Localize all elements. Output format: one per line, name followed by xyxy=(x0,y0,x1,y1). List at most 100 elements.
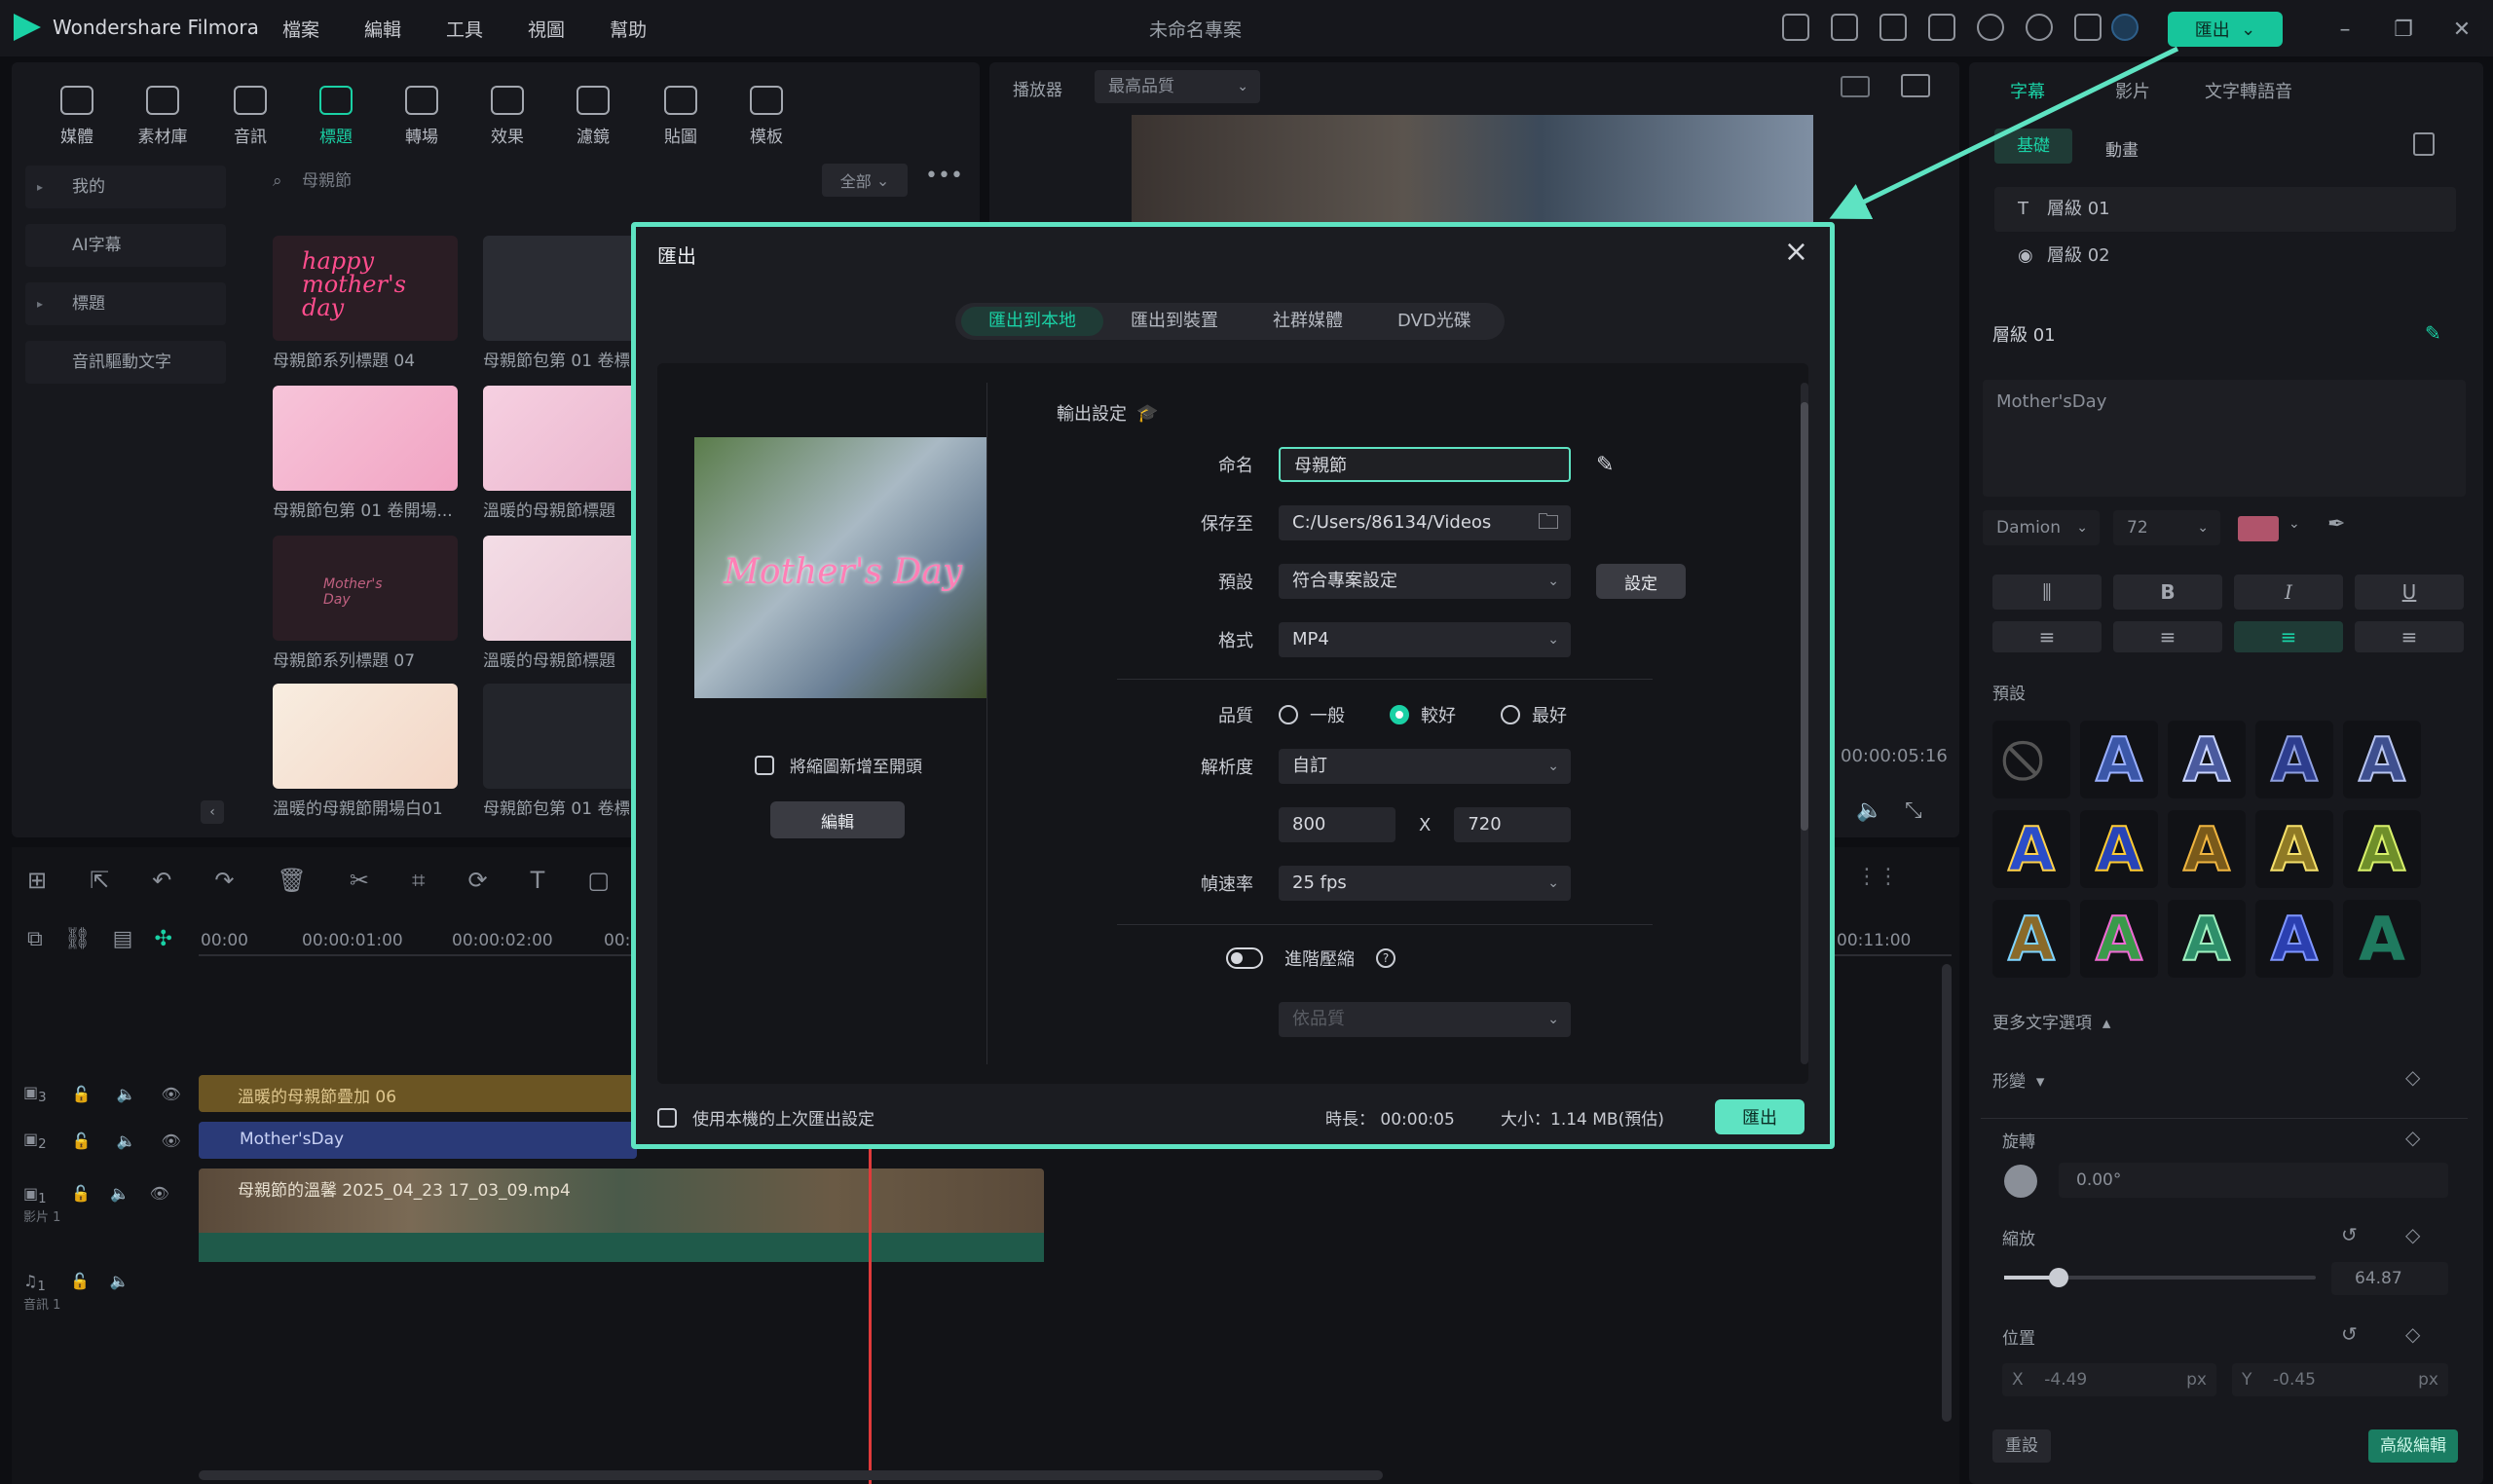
add-track-icon[interactable]: ⧉ xyxy=(27,927,43,951)
radio-button[interactable] xyxy=(1390,705,1409,724)
transform-section[interactable]: 形變 ▾ xyxy=(1992,1067,2044,1092)
thumbnail[interactable] xyxy=(273,684,458,789)
thumbnail-checkbox-row[interactable]: 將縮圖新增至開頭 xyxy=(755,753,922,777)
settings-button[interactable]: 設定 xyxy=(1596,564,1686,599)
send-icon[interactable] xyxy=(1782,14,1809,41)
italic-button[interactable]: I xyxy=(2234,575,2343,610)
preset-none-icon[interactable]: ⃠ xyxy=(1992,721,2070,798)
shape-icon[interactable]: ▢ xyxy=(587,867,610,894)
eye-icon[interactable]: 👁 xyxy=(161,1085,180,1103)
menu-view[interactable]: 視圖 xyxy=(528,16,565,42)
fps-dropdown[interactable]: 25 fps ⌄ xyxy=(1279,866,1571,901)
minimize-icon[interactable]: – xyxy=(2327,12,2363,47)
magnet-icon[interactable]: ✣ xyxy=(154,927,171,951)
preset-style[interactable]: A xyxy=(1992,810,2070,888)
quality-option-best[interactable]: 最好 xyxy=(1501,702,1567,727)
preset-style[interactable]: A xyxy=(2343,721,2421,798)
tab-effects[interactable]: 效果 xyxy=(473,86,541,147)
category-mine[interactable]: ▸ 我的 xyxy=(25,166,226,208)
category-ai-caption[interactable]: AI字幕 xyxy=(25,224,226,267)
quality-dropdown[interactable]: 最高品質 ⌄ xyxy=(1095,70,1260,103)
keyframe-diamond-icon[interactable]: ◇ xyxy=(2405,1126,2420,1149)
tab-audio[interactable]: 音訊 xyxy=(216,86,284,147)
tab-media[interactable]: 媒體 xyxy=(43,86,111,147)
preset-dropdown[interactable]: 符合專案設定 ⌄ xyxy=(1279,564,1571,599)
link-icon[interactable]: ⛓ xyxy=(64,927,92,951)
help-icon[interactable]: ? xyxy=(1376,948,1395,968)
quality-option-better[interactable]: 較好 xyxy=(1390,702,1456,727)
preset-style[interactable]: A xyxy=(2080,900,2158,978)
video-clip[interactable]: 母親節的溫馨 2025_04_23 17_03_09.mp4 xyxy=(199,1169,1044,1262)
rotate-input[interactable]: 0.00° xyxy=(2059,1163,2448,1198)
more-text-options[interactable]: 更多文字選項 ▴ xyxy=(1992,1009,2110,1033)
subtab-basic[interactable]: 基礎 xyxy=(1994,129,2072,164)
save-preset-icon[interactable] xyxy=(2413,132,2435,156)
mute-icon[interactable]: 🔈 xyxy=(117,1085,136,1103)
thumbnail[interactable]: happy mother's day xyxy=(273,236,458,341)
cloud-icon[interactable] xyxy=(1977,14,2004,41)
position-x-input[interactable]: X -4.49 px xyxy=(2002,1363,2216,1396)
close-window-icon[interactable]: ✕ xyxy=(2444,12,2479,47)
thumbnail[interactable] xyxy=(273,386,458,491)
mute-icon[interactable]: 🔈 xyxy=(110,1184,130,1203)
menu-tools[interactable]: 工具 xyxy=(446,16,483,42)
export-button[interactable]: 匯出 xyxy=(1715,1099,1805,1134)
eye-icon[interactable]: 👁 xyxy=(150,1184,169,1203)
align-center-button[interactable]: ≡ xyxy=(2113,621,2222,652)
name-input[interactable]: 母親節 xyxy=(1279,447,1571,482)
support-icon[interactable] xyxy=(2026,14,2053,41)
cut-icon[interactable]: ✂ xyxy=(350,867,369,894)
reset-icon[interactable]: ↺ xyxy=(2341,1223,2358,1246)
top-export-button[interactable]: 匯出 ⌄ xyxy=(2168,12,2283,47)
font-dropdown[interactable]: Damion ⌄ xyxy=(1983,510,2100,545)
queue-icon[interactable] xyxy=(1831,14,1858,41)
thumbnail[interactable]: Mother's Day xyxy=(273,536,458,641)
timeline-clip[interactable]: 溫暖的母親節疊加 06 xyxy=(199,1075,637,1112)
category-audio-text[interactable]: 音訊驅動文字 xyxy=(25,341,226,384)
tab-export-device[interactable]: 匯出到裝置 xyxy=(1103,307,1246,336)
preset-style[interactable]: A xyxy=(2343,810,2421,888)
select-tool-icon[interactable]: ⇱ xyxy=(90,867,109,894)
lock-icon[interactable]: 🔓 xyxy=(72,1132,92,1150)
preset-style[interactable]: A xyxy=(2255,900,2333,978)
tab-titles[interactable]: 標題 xyxy=(302,86,370,147)
rotate-dial[interactable] xyxy=(2004,1165,2037,1198)
save-path-input[interactable]: C:/Users/86134/Videos 🗀 xyxy=(1279,505,1571,540)
preset-style[interactable]: A xyxy=(2080,810,2158,888)
preset-style[interactable]: A xyxy=(2255,810,2333,888)
tab-social-media[interactable]: 社群媒體 xyxy=(1246,307,1370,336)
preset-style[interactable]: A xyxy=(2343,900,2421,978)
speed-icon[interactable]: ⟳ xyxy=(468,867,488,894)
tab-stickers[interactable]: 貼圖 xyxy=(647,86,715,147)
image-icon[interactable] xyxy=(1901,74,1930,97)
align-right-button[interactable]: ≡ xyxy=(2355,621,2464,652)
position-y-input[interactable]: Y -0.45 px xyxy=(2232,1363,2448,1396)
quality-option-normal[interactable]: 一般 xyxy=(1279,702,1345,727)
align-left-button[interactable]: ≡ xyxy=(1992,621,2102,652)
menu-edit[interactable]: 編輯 xyxy=(364,16,401,42)
scale-input[interactable]: 64.87 xyxy=(2331,1262,2448,1295)
grid-view-icon[interactable] xyxy=(1841,76,1870,97)
bold-button[interactable]: B xyxy=(2113,575,2222,610)
timeline-scrollbar[interactable] xyxy=(199,1470,1383,1480)
compression-toggle[interactable] xyxy=(1226,947,1263,969)
timeline-clip[interactable]: Mother'sDay xyxy=(199,1122,637,1159)
resolution-dropdown[interactable]: 自訂 ⌄ xyxy=(1279,749,1571,784)
tab-tts[interactable]: 文字轉語音 xyxy=(2205,78,2292,103)
tab-filters[interactable]: 濾鏡 xyxy=(559,86,627,147)
menu-file[interactable]: 檔案 xyxy=(282,16,319,42)
close-icon[interactable]: × xyxy=(1784,235,1808,269)
height-input[interactable]: 720 xyxy=(1454,807,1572,842)
zoom-icon[interactable]: ⋮⋮ xyxy=(1856,865,1899,889)
keyframe-diamond-icon[interactable]: ◇ xyxy=(2405,1223,2420,1246)
text-tool-icon[interactable]: T xyxy=(531,867,545,894)
redo-icon[interactable]: ↷ xyxy=(214,867,234,894)
text-spacing-button[interactable]: ⫼ xyxy=(1992,575,2102,610)
collapse-panel-icon[interactable]: ‹ xyxy=(201,800,224,824)
ai-edit-icon[interactable]: ✎ xyxy=(1596,453,1614,477)
align-justify-button[interactable]: ≡ xyxy=(2234,621,2343,652)
thumbnail-checkbox[interactable] xyxy=(755,755,774,775)
tab-stock[interactable]: 素材庫 xyxy=(129,86,197,147)
crop-icon[interactable]: ⌗ xyxy=(412,867,426,894)
vertical-scrollbar[interactable] xyxy=(1942,964,1952,1422)
